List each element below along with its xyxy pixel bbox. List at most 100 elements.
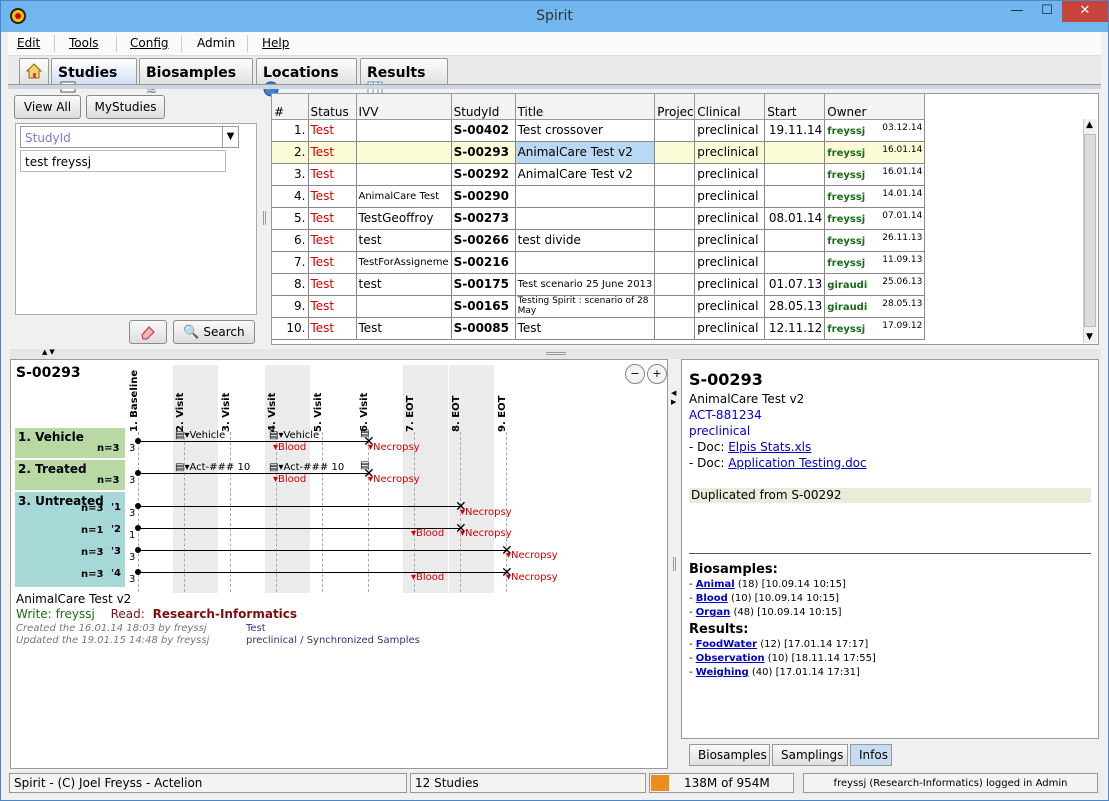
menu-help[interactable]: Help [262, 36, 289, 50]
zoom-out-icon[interactable]: − [625, 364, 645, 384]
scrollbar-thumb[interactable] [1084, 134, 1096, 327]
tab-results-label: Results [367, 65, 426, 81]
memory-indicator[interactable]: 138M of 954M [649, 773, 794, 793]
count-label: 3 [129, 574, 136, 585]
col-header-ivv[interactable]: IVV [356, 94, 452, 120]
info-doc-1: - Doc: Elpis Stats.xls [689, 440, 811, 454]
title-bar[interactable]: Spirit — ☐ ✕ [1, 1, 1108, 32]
timeline [138, 441, 368, 442]
cell-project [654, 141, 696, 164]
owner-name: freyssj [827, 236, 866, 247]
col-header-clinical[interactable]: Clinical [694, 94, 766, 120]
biosample-link[interactable]: Blood [696, 593, 728, 604]
cell-ivv [356, 163, 452, 186]
table-row-selected[interactable]: 2. Test S-00293 AnimalCare Test v2 precl… [272, 141, 926, 164]
result-link[interactable]: Observation [696, 653, 765, 664]
menu-admin[interactable]: Admin [197, 36, 235, 50]
search-button[interactable]: 🔍 Search [173, 320, 255, 344]
table-row[interactable]: 3. Test S-00292 AnimalCare Test v2 precl… [272, 163, 926, 186]
doc-link[interactable]: Application Testing.doc [728, 456, 866, 470]
cell-project [654, 185, 696, 208]
cell-start [764, 141, 826, 164]
cell-owner: freyssj 03.12.14 [824, 119, 926, 142]
scroll-up-icon[interactable]: ▲ [1086, 120, 1093, 130]
phase-gridline [184, 432, 185, 592]
chevron-down-icon[interactable]: ▼ [222, 127, 238, 147]
table-row[interactable]: 9. Test S-00165 Testing Spirit : scenari… [272, 295, 926, 318]
vertical-splitter[interactable]: ◀ ▶ [670, 381, 679, 581]
col-header-status[interactable]: Status [308, 94, 357, 120]
col-header-title[interactable]: Title [515, 94, 656, 120]
owner-date: 25.06.13 [882, 277, 923, 287]
table-row[interactable]: 4. Test AnimalCare Test S-00290 preclini… [272, 185, 926, 208]
maximize-button[interactable]: ☐ [1032, 1, 1062, 22]
table-row[interactable]: 6. Test test S-00266 test divide preclin… [272, 229, 926, 252]
menu-edit[interactable]: Edit [17, 36, 40, 50]
tab-results[interactable]: Results [360, 58, 448, 95]
cell-project [654, 317, 696, 340]
vertical-splitter-grip[interactable] [263, 211, 266, 225]
result-link[interactable]: FoodWater [696, 639, 757, 650]
studyid-combo[interactable]: StudyId ▼ [20, 126, 239, 148]
timeline-start-dot [135, 547, 141, 553]
clear-button[interactable] [129, 320, 167, 344]
my-studies-button[interactable]: MyStudies [86, 95, 165, 119]
cell-title [515, 185, 656, 208]
tab-studies-label: Studies [58, 65, 118, 81]
col-header-project[interactable]: Project [654, 94, 696, 120]
table-row[interactable]: 7. Test TestForAssigneme S-00216 preclin… [272, 251, 926, 274]
table-row[interactable]: 5. Test TestGeoffroy S-00273 preclinical… [272, 207, 926, 230]
user-filter-field[interactable]: test freyssj [20, 150, 226, 172]
horizontal-splitter[interactable]: ▲▼ [10, 348, 1101, 359]
doc-link[interactable]: Elpis Stats.xls [728, 440, 811, 454]
treatment-label: ▤▾Act-### 10 [175, 462, 251, 473]
splitter-arrows-icon[interactable]: ▲▼ [42, 348, 57, 356]
cell-num: 10. [272, 317, 309, 340]
tab-biosamples-detail[interactable]: Biosamples [689, 744, 770, 766]
subgroup-label: '3 [111, 546, 122, 557]
cell-status: Test [308, 185, 357, 208]
owner-name: freyssj [827, 148, 866, 159]
scroll-down-icon[interactable]: ▼ [1086, 332, 1093, 342]
group-untreated[interactable]: 3. Untreated n=3 '1 n=1 '2 n=3 '3 n=3 '4 [15, 492, 125, 587]
cell-ivv: TestForAssigneme [356, 251, 452, 274]
cell-title: Test crossover [515, 119, 656, 142]
cell-title [515, 207, 656, 230]
cell-project [654, 207, 696, 230]
menu-tools[interactable]: Tools [69, 36, 99, 50]
tab-samplings[interactable]: Samplings [772, 744, 848, 766]
zoom-in-icon[interactable]: + [647, 364, 667, 384]
group-vehicle[interactable]: 1. Vehicle n=3 [15, 428, 125, 458]
splitter-grip[interactable] [546, 352, 566, 355]
table-row[interactable]: 8. Test test S-00175 Test scenario 25 Ju… [272, 273, 926, 296]
menu-config-label: Config [130, 36, 169, 50]
view-all-button[interactable]: View All [14, 95, 81, 119]
owner-name: freyssj [827, 126, 866, 137]
biosample-link[interactable]: Animal [696, 579, 735, 590]
cell-studyid: S-00165 [451, 295, 516, 318]
biosample-link[interactable]: Organ [696, 607, 730, 618]
result-link[interactable]: Weighing [696, 667, 749, 678]
tab-infos[interactable]: Infos [850, 744, 892, 766]
close-button[interactable]: ✕ [1062, 1, 1108, 22]
col-header-num[interactable]: # [272, 94, 309, 120]
created-text: Created the 16.01.14 18:03 by freyssj [16, 623, 207, 634]
group-name: 1. Vehicle [18, 430, 84, 444]
tab-biosamples[interactable]: Biosamples ≋ [139, 58, 253, 97]
tab-locations[interactable]: Locations [256, 58, 357, 97]
col-header-studyid[interactable]: StudyId [451, 94, 516, 120]
group-treated[interactable]: 2. Treated n=3 [15, 460, 125, 490]
cell-clinical: preclinical [694, 141, 766, 164]
col-header-start[interactable]: Start [764, 94, 826, 120]
col-header-owner[interactable]: Owner [824, 94, 926, 120]
cell-owner: freyssj 14.01.14 [824, 185, 926, 208]
splitter-grip[interactable] [673, 557, 676, 571]
tab-home[interactable] [19, 58, 49, 84]
menu-config[interactable]: Config [130, 36, 169, 50]
tab-studies[interactable]: Studies [51, 58, 137, 93]
splitter-arrows-icon[interactable]: ◀ ▶ [671, 389, 676, 407]
minimize-button[interactable]: — [1002, 1, 1032, 22]
biosample-row: - Blood (10) [10.09.14 10:15] [689, 593, 839, 604]
table-row[interactable]: 10. Test Test S-00085 Test preclinical 1… [272, 317, 926, 340]
table-row[interactable]: 1. Test S-00402 Test crossover preclinic… [272, 119, 926, 142]
